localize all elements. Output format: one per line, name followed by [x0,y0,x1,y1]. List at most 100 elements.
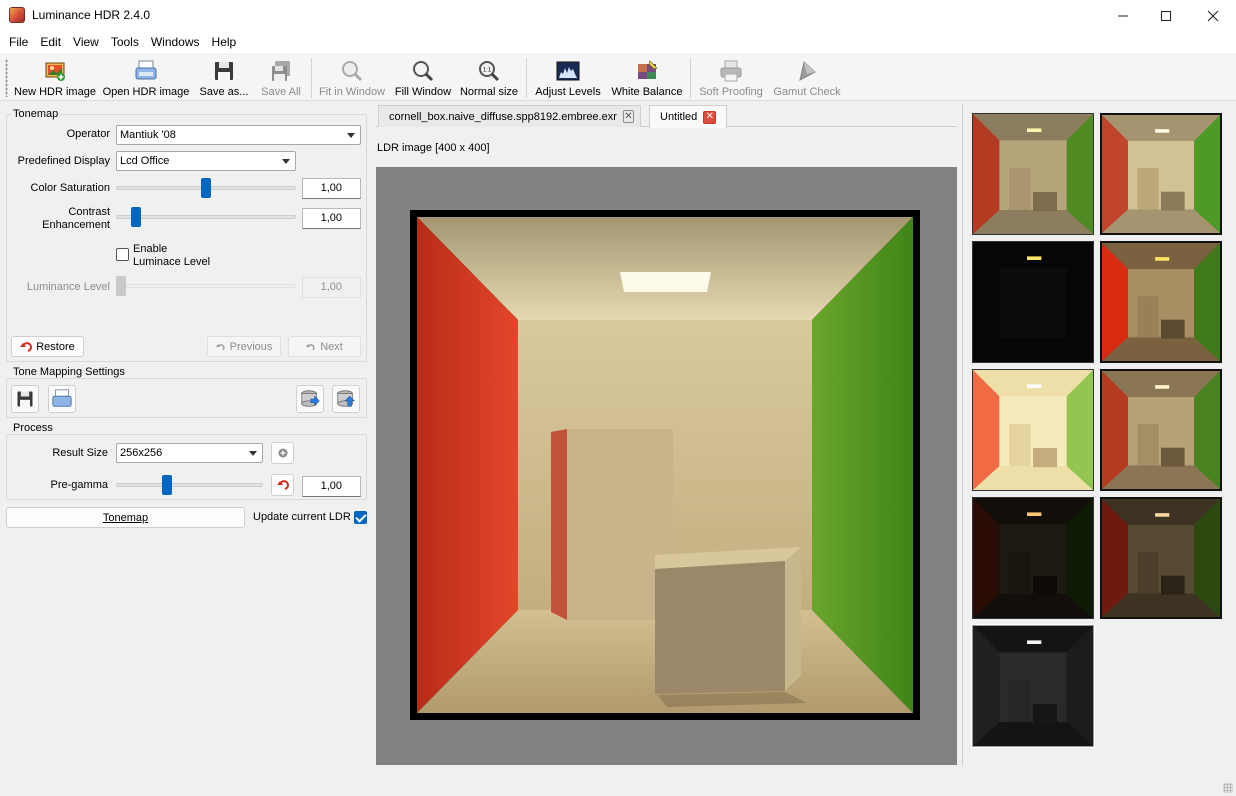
result-size-select[interactable]: 256x256 [116,443,263,463]
image-info-label: LDR image [400 x 400] [377,142,490,154]
gamut-icon [799,61,816,81]
contrast-slider-handle[interactable] [131,207,141,227]
load-settings-button[interactable] [48,385,76,413]
chevron-down-icon [347,133,355,138]
close-button[interactable] [1190,0,1236,31]
enable-label-line2: Luminace Level [133,256,211,268]
minimize-button[interactable] [1100,0,1146,31]
menu-help[interactable]: Help [206,35,243,49]
soft-proofing-label: Soft Proofing [699,86,763,98]
contrast-slider-track[interactable] [116,215,296,219]
save-as-button[interactable]: Save as... [196,55,252,99]
cornell-box-image[interactable] [417,217,913,713]
adjust-levels-button[interactable]: Adjust Levels [532,55,604,99]
reset-pregamma-button[interactable] [271,474,294,496]
open-image-icon [135,60,157,80]
contrast-value: 1,00 [320,212,342,224]
open-icon [52,389,72,407]
normal-size-glyph: 1:1 [483,68,492,74]
luminance-spinbox[interactable]: 1,00 [302,277,361,298]
restore-button[interactable]: Restore [11,336,84,357]
tonemap-button-label: Tonemap [102,511,149,524]
preview-thumbnail[interactable] [972,369,1094,491]
fit-in-window-label: Fit in Window [318,86,386,98]
tonemap-button[interactable]: Tonemap [6,507,245,528]
luminance-slider-handle[interactable] [116,276,126,296]
status-bar [0,775,1236,796]
fill-window-button[interactable]: Fill Window [392,55,454,99]
normal-size-button[interactable]: 1:1 Normal size [460,55,518,99]
pre-gamma-value: 1,00 [320,480,342,492]
luminance-slider-track[interactable] [116,284,296,288]
save-all-label: Save All [261,86,301,98]
import-settings-db-button[interactable] [332,385,360,413]
enable-luminance-checkbox[interactable] [116,248,129,261]
gamut-check-button[interactable]: Gamut Check [772,55,842,99]
preview-thumbnail[interactable] [972,497,1094,619]
close-icon[interactable]: ✕ [622,110,634,123]
normal-size-label: Normal size [459,86,519,98]
maximize-button[interactable] [1143,0,1189,31]
preview-thumbnail[interactable] [1100,497,1222,619]
preview-thumbnail[interactable] [1100,113,1222,235]
zoom-fill-icon [413,61,434,82]
toolbar-separator [526,58,527,98]
fit-in-window-button[interactable]: Fit in Window [318,55,386,99]
result-size-value: 256x256 [120,447,163,459]
menu-file[interactable]: File [3,35,34,49]
preview-thumbnail[interactable] [1100,369,1222,491]
previous-button[interactable]: Previous [207,336,281,357]
chevron-down-icon [282,159,290,164]
tab-exr-file[interactable]: cornell_box.naive_diffuse.spp8192.embree… [378,105,641,127]
menu-view[interactable]: View [67,35,105,49]
previous-label: Previous [229,340,273,353]
pre-gamma-slider-handle[interactable] [162,475,172,495]
luminance-level-label: Luminance Level [26,281,110,293]
open-hdr-image-button[interactable]: Open HDR image [103,55,189,99]
pre-gamma-spinbox[interactable]: 1,00 [302,476,361,497]
window-title: Luminance HDR 2.4.0 [32,8,151,22]
image-viewer[interactable] [376,167,957,765]
restore-label: Restore [36,340,75,353]
title-bar: Luminance HDR 2.4.0 [0,0,1236,31]
predefined-display-select[interactable]: Lcd Office [116,151,296,171]
save-as-label: Save as... [199,86,249,98]
color-saturation-slider-handle[interactable] [201,178,211,198]
preview-thumbnail[interactable] [1100,241,1222,363]
add-result-size-button[interactable] [271,442,294,464]
luminance-value: 1,00 [320,281,342,293]
printer-icon [720,60,742,82]
contrast-label-line1: Contrast [68,206,110,218]
process-group-title: Process [11,422,55,434]
white-balance-button[interactable]: White Balance [610,55,684,99]
toolbar-grip[interactable] [5,59,8,97]
menu-edit[interactable]: Edit [34,35,67,49]
contrast-spinbox[interactable]: 1,00 [302,208,361,229]
database-import-icon [337,390,355,407]
tab-untitled[interactable]: Untitled ✕ [649,105,727,128]
pre-gamma-slider-track[interactable] [116,483,263,487]
preview-panel [962,104,1234,766]
operator-select[interactable]: Mantiuk '08 [116,125,361,145]
soft-proofing-button[interactable]: Soft Proofing [697,55,765,99]
tab-untitled-label: Untitled [660,111,698,123]
menu-tools[interactable]: Tools [105,35,145,49]
menu-windows[interactable]: Windows [145,35,206,49]
preview-thumbnail[interactable] [972,241,1094,363]
close-icon[interactable]: ✕ [703,110,717,124]
preview-thumbnail[interactable] [972,113,1094,235]
next-button[interactable]: Next [288,336,361,357]
undo-icon [276,480,289,490]
color-saturation-value: 1,00 [320,182,342,194]
new-hdr-image-button[interactable]: New HDR image [14,55,96,99]
preview-thumbnail[interactable] [971,624,1095,748]
save-settings-button[interactable] [11,385,39,413]
color-saturation-spinbox[interactable]: 1,00 [302,178,361,199]
main-toolbar: New HDR image Open HDR image Save as... … [0,53,1236,101]
save-all-button[interactable]: Save All [258,55,304,99]
tab-exr-label: cornell_box.naive_diffuse.spp8192.embree… [389,110,617,123]
update-ldr-checkbox[interactable] [354,511,367,524]
white-balance-icon [638,60,658,79]
export-settings-db-button[interactable] [296,385,324,413]
resize-grip[interactable] [1223,783,1233,793]
